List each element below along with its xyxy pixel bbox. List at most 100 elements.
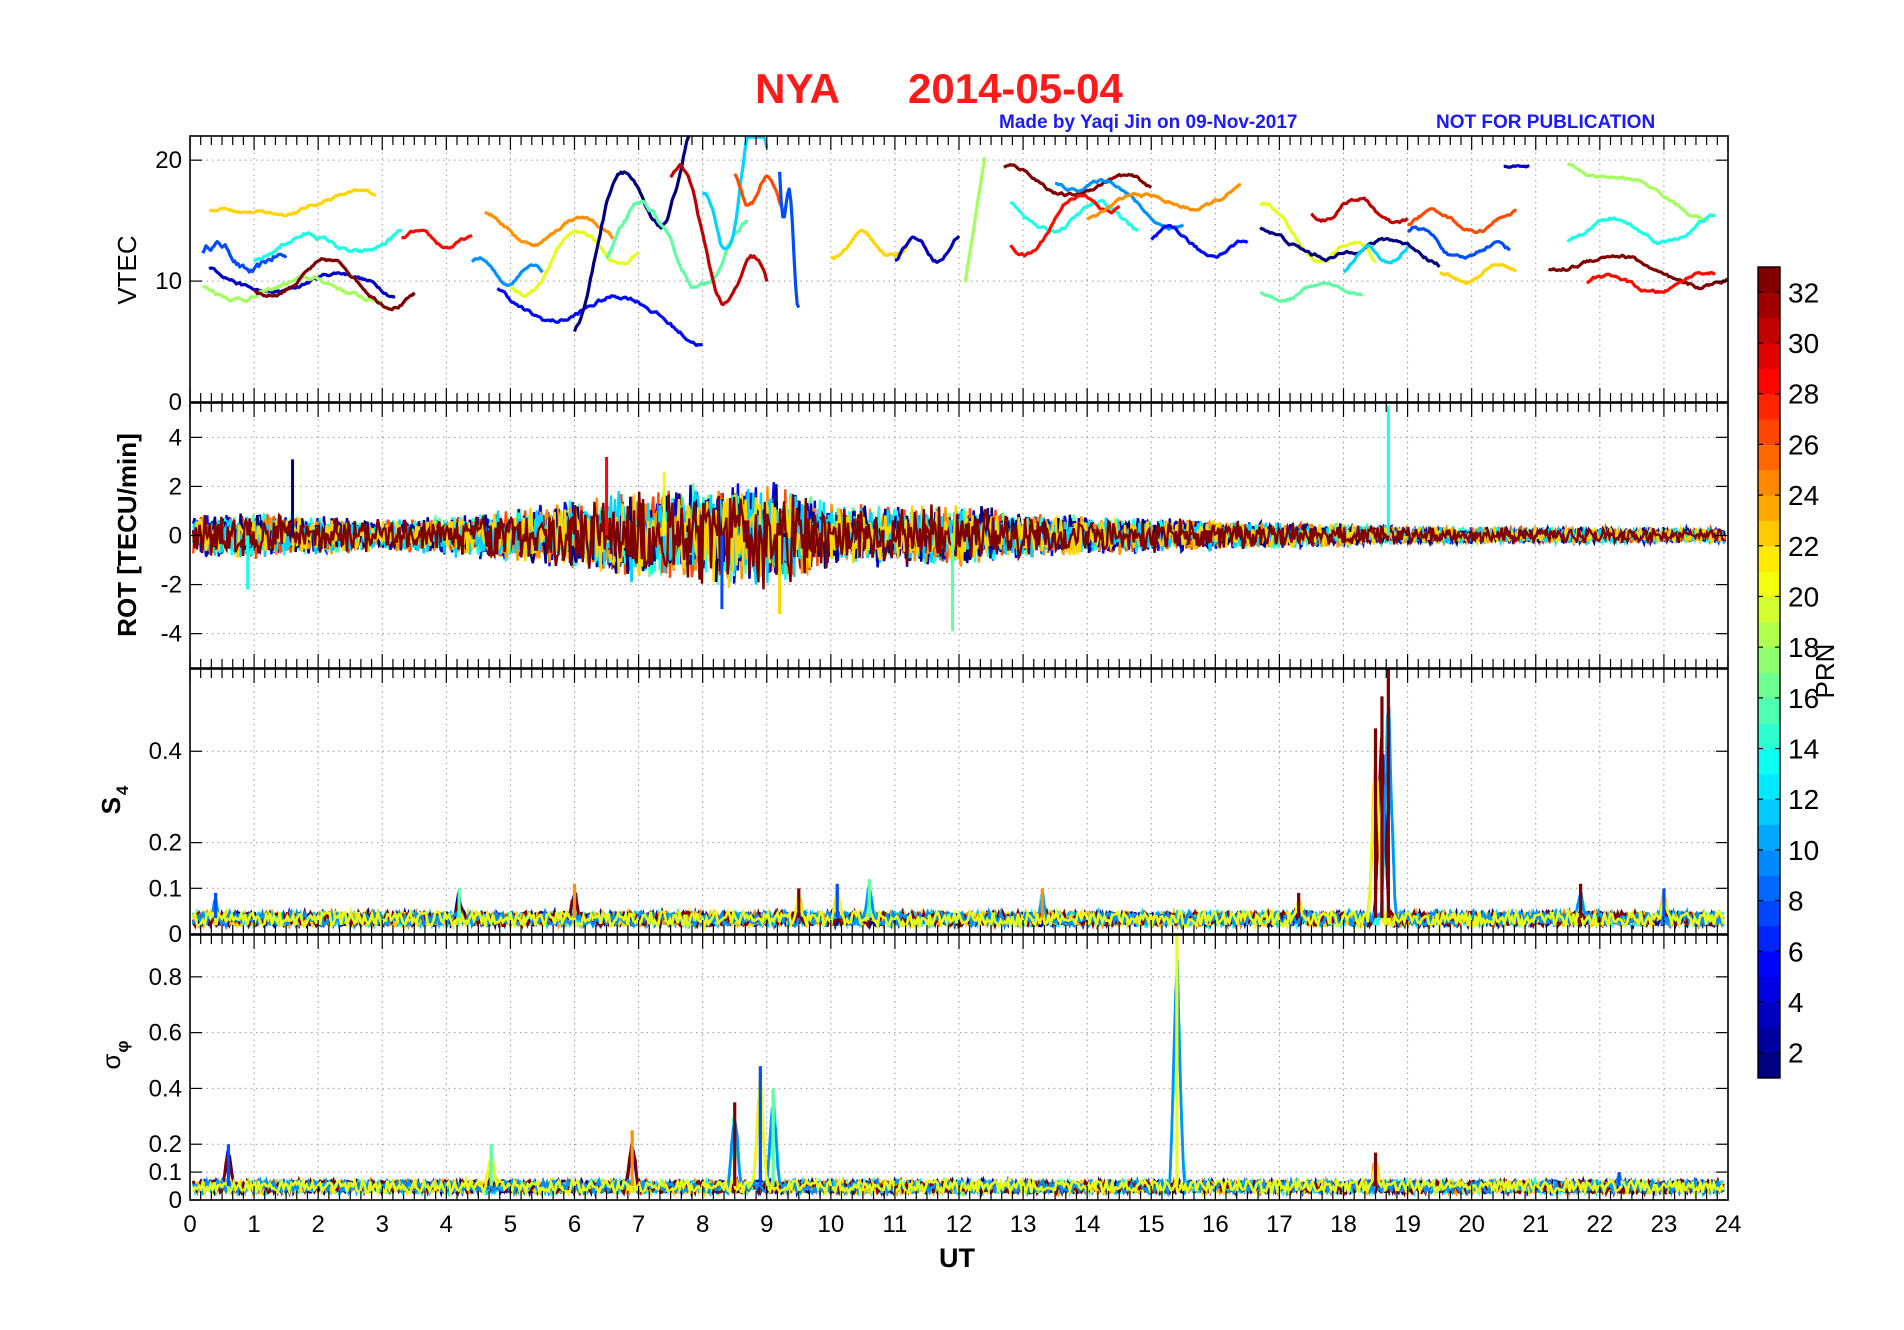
vtec-panel: 0 10 20: [155, 135, 1729, 416]
x-tick-label: 12: [946, 1211, 973, 1238]
colorbar-band: [1758, 925, 1780, 952]
x-tick-label: 3: [376, 1211, 389, 1238]
colorbar-band: [1758, 469, 1780, 496]
x-tick-label: 20: [1458, 1211, 1485, 1238]
colorbar-tick-label: 24: [1788, 480, 1819, 511]
colorbar-label: PRN: [1810, 644, 1840, 699]
ut-axis-label: UT: [939, 1243, 975, 1273]
s4-axis-label: S4: [96, 785, 132, 814]
colorbar-band: [1758, 393, 1780, 420]
colorbar-band: [1758, 267, 1780, 293]
colorbar-band: [1758, 875, 1780, 902]
y-tick-label: -4: [161, 621, 182, 648]
colorbar-band: [1758, 343, 1780, 369]
y-tick-label: 0.1: [149, 875, 182, 902]
colorbar-band: [1758, 1027, 1780, 1054]
colorbar-band: [1758, 672, 1780, 699]
x-tick-label: 0: [183, 1211, 196, 1238]
colorbar-band: [1758, 748, 1780, 775]
colorbar-band: [1758, 773, 1780, 800]
x-tick-label: 11: [882, 1211, 907, 1238]
colorbar-band: [1758, 317, 1780, 344]
figure: NYA 2014-05-04 Made by Yaqi Jin on 09-No…: [96, 65, 1840, 1273]
x-tick-label: 24: [1715, 1211, 1742, 1238]
rot-axis-label: ROT [TECU/min]: [112, 433, 142, 637]
x-tick-label: 1: [247, 1211, 260, 1238]
rot-panel: -4 -2 0 2 4: [161, 402, 1729, 669]
y-tick-label: 0.2: [149, 1131, 182, 1158]
colorbar-tick-label: 30: [1788, 328, 1819, 359]
colorbar-band: [1758, 951, 1780, 978]
colorbar-tick-label: 6: [1788, 936, 1804, 967]
credit-note: Made by Yaqi Jin on 09-Nov-2017: [999, 112, 1297, 133]
y-tick-label: 4: [169, 424, 182, 451]
y-tick-label: 0: [169, 389, 182, 416]
y-tick-label: 0: [169, 523, 182, 550]
colorbar-band: [1758, 419, 1780, 445]
x-tick-label: 9: [760, 1211, 773, 1238]
colorbar-tick-label: 12: [1788, 784, 1819, 815]
y-tick-label: 0: [169, 1187, 182, 1214]
colorbar-tick-label: 8: [1788, 886, 1804, 917]
colorbar-band: [1758, 900, 1780, 927]
x-tick-label: 15: [1138, 1211, 1165, 1238]
x-tick-label: 21: [1522, 1211, 1549, 1238]
colorbar-band: [1758, 799, 1780, 826]
x-tick-label: 7: [632, 1211, 645, 1238]
x-tick-label: 6: [568, 1211, 581, 1238]
x-tick-label: 5: [504, 1211, 517, 1238]
colorbar-tick-label: 22: [1788, 531, 1819, 562]
colorbar-tick-label: 2: [1788, 1038, 1804, 1069]
x-tick-label: 19: [1394, 1211, 1421, 1238]
colorbar-tick-label: 4: [1788, 987, 1804, 1018]
title-station: NYA: [755, 65, 840, 112]
vtec-axis-label: VTEC: [112, 235, 142, 304]
colorbar-band: [1758, 824, 1780, 851]
y-tick-label: -2: [161, 572, 182, 599]
y-tick-label: 0.2: [149, 830, 182, 857]
publication-notice: NOT FOR PUBLICATION: [1436, 112, 1655, 133]
colorbar-band: [1758, 621, 1780, 648]
colorbar-band: [1758, 1052, 1780, 1079]
colorbar-band: [1758, 545, 1780, 572]
colorbar-tick-label: 10: [1788, 835, 1819, 866]
s4-panel: 0 0.1 0.2 0.4: [149, 668, 1729, 948]
x-tick-label: 2: [311, 1211, 324, 1238]
colorbar-tick-label: 20: [1788, 581, 1819, 612]
x-tick-label: 10: [817, 1211, 844, 1238]
colorbar-band: [1758, 520, 1780, 547]
title-date: 2014-05-04: [908, 65, 1123, 112]
y-tick-label: 0.4: [149, 1075, 182, 1102]
colorbar-band: [1758, 849, 1780, 876]
colorbar-tick-label: 32: [1788, 277, 1819, 308]
x-tick-label: 16: [1202, 1211, 1229, 1238]
colorbar-band: [1758, 292, 1780, 319]
x-tick-label: 14: [1074, 1211, 1101, 1238]
y-tick-label: 0.6: [149, 1020, 182, 1047]
colorbar-band: [1758, 368, 1780, 395]
colorbar-band: [1758, 571, 1780, 597]
y-tick-label: 0: [169, 921, 182, 948]
y-tick-label: 20: [155, 147, 182, 174]
colorbar-band: [1758, 647, 1780, 673]
colorbar-band: [1758, 444, 1780, 471]
colorbar-band: [1758, 976, 1780, 1003]
colorbar-band: [1758, 596, 1780, 623]
y-tick-label: 0.4: [149, 738, 182, 765]
x-tick-label: 13: [1010, 1211, 1037, 1238]
y-tick-label: 0.1: [149, 1159, 182, 1186]
sigma-phi-panel: 00.10.20.40.60.80 1 2 3 4 5 6 7 8 9 10 11 12 13 14 15 16…: [149, 934, 1742, 1238]
y-tick-label: 0.8: [149, 964, 182, 991]
x-tick-label: 17: [1266, 1211, 1293, 1238]
colorbar-tick-label: 28: [1788, 379, 1819, 410]
y-tick-label: 10: [155, 268, 182, 295]
colorbar-band: [1758, 495, 1780, 521]
y-tick-label: 2: [169, 473, 182, 500]
colorbar-band: [1758, 723, 1780, 750]
colorbar-band: [1758, 697, 1780, 724]
x-tick-label: 18: [1330, 1211, 1357, 1238]
vtec-trace: [1503, 164, 1530, 169]
x-tick-label: 23: [1651, 1211, 1678, 1238]
colorbar-tick-label: 26: [1788, 429, 1819, 460]
colorbar-tick-label: 14: [1788, 734, 1819, 765]
